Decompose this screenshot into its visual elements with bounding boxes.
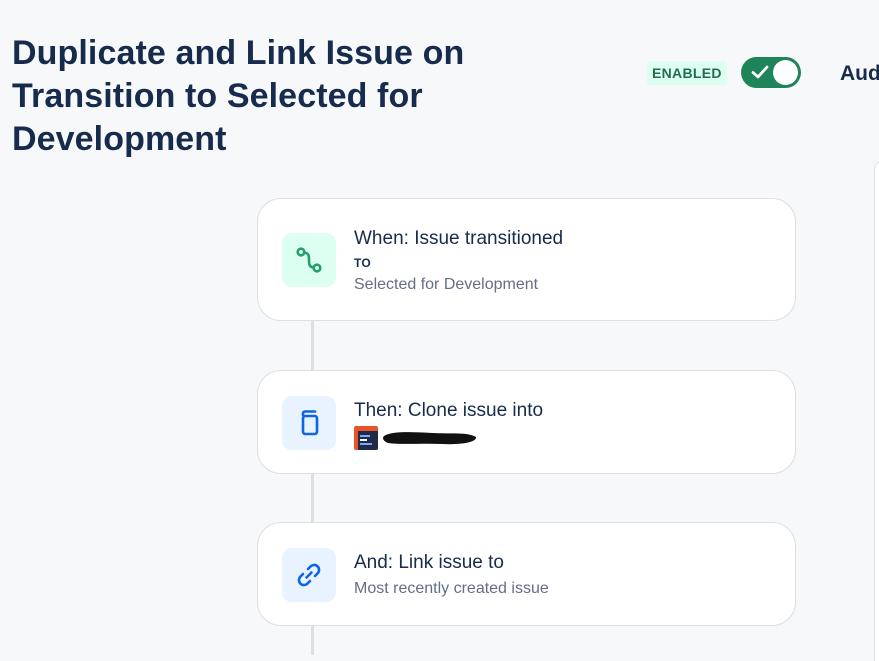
flow-connector [311, 473, 314, 523]
flow-connector [311, 625, 314, 655]
details-panel-edge [874, 160, 879, 661]
project-avatar-icon [354, 426, 378, 450]
flow-connector [311, 320, 314, 371]
target-project[interactable] [354, 426, 543, 450]
trigger-card[interactable]: When: Issue transitioned TO Selected for… [257, 198, 796, 321]
page-title: Duplicate and Link Issue on Transition t… [12, 34, 465, 158]
link-action-title: And: Link issue to [354, 552, 504, 573]
trigger-qualifier: TO [354, 256, 372, 270]
toggle-knob [773, 60, 798, 85]
clone-action-title: Then: Clone issue into [354, 400, 544, 421]
clone-action-card[interactable]: Then: Clone issue into [257, 370, 796, 474]
copy-icon [282, 396, 336, 450]
checkmark-icon [751, 65, 769, 79]
transition-icon [282, 233, 336, 287]
link-icon [282, 548, 336, 602]
rule-enabled-toggle[interactable] [741, 57, 801, 88]
status-badge: ENABLED [647, 61, 727, 85]
redacted-project-name [383, 432, 477, 445]
trigger-title: When: Issue transitioned [354, 228, 564, 249]
link-action-value: Most recently created issue [354, 580, 549, 597]
trigger-value: Selected for Development [354, 276, 539, 293]
link-action-card[interactable]: And: Link issue to Most recently created… [257, 522, 796, 626]
audit-log-tab[interactable]: Aud [840, 60, 879, 88]
